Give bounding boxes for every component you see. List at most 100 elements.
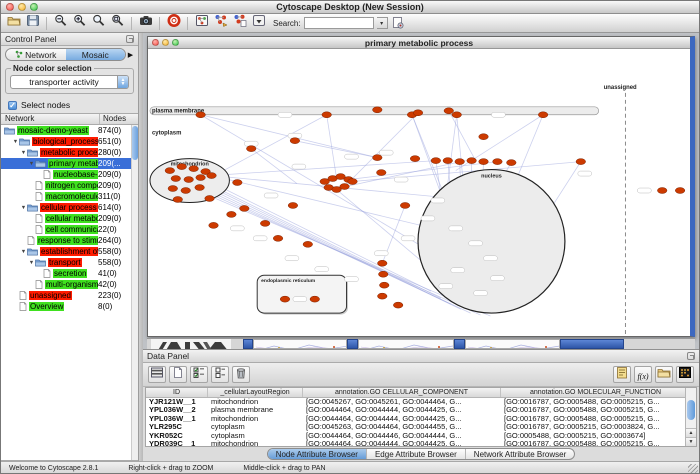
tree-row[interactable]: ▼biological_process651(0): [1, 136, 138, 147]
formula-button[interactable]: f(x): [634, 366, 652, 383]
tree-col-network[interactable]: Network: [1, 114, 100, 124]
network-window-button[interactable]: [193, 15, 210, 31]
toolbar-separator: [159, 17, 160, 30]
tab-overflow-arrow[interactable]: ▶: [126, 51, 135, 59]
tree-scrollbar[interactable]: [131, 125, 138, 460]
table-row[interactable]: YKR052Ccytoplasm[GO:0044464, GO:0044446,…: [146, 432, 685, 440]
formula-icon: f(x): [637, 366, 648, 384]
zoom-fit-button[interactable]: [109, 15, 126, 31]
tree-row[interactable]: ▼primary metabo209(...: [1, 158, 138, 169]
tree-row[interactable]: secretion41(0): [1, 268, 138, 279]
import-attributes-button[interactable]: [655, 366, 673, 383]
tree-row[interactable]: ▼metabolic process280(0): [1, 147, 138, 158]
tree-row[interactable]: mosaic-demo-yeast874(0): [1, 125, 138, 136]
zoom-selected-button[interactable]: [90, 15, 107, 31]
background-network-thumbnail[interactable]: [253, 339, 347, 349]
tree-row[interactable]: nucleobase-209(0): [1, 169, 138, 180]
table-cell: [GO:0016787, GO:0005488, GO:0005215, G..…: [501, 415, 691, 423]
panel-arrow-button[interactable]: [250, 15, 267, 31]
table-column-header[interactable]: annotation.GO CELLULAR_COMPONENT: [303, 388, 501, 397]
snapshot-camera-icon: [139, 14, 153, 32]
save-session-button[interactable]: [24, 15, 41, 31]
background-network-thumbnail[interactable]: [358, 339, 454, 349]
search-dropdown-button[interactable]: ▾: [377, 17, 388, 29]
table-column-header[interactable]: ID: [146, 388, 208, 397]
tree-row[interactable]: multi-organism pro42(0): [1, 279, 138, 290]
background-window-content[interactable]: [151, 339, 231, 349]
scroll-up-icon[interactable]: ▲: [686, 428, 696, 437]
vizmapper-nodes-button[interactable]: [212, 15, 229, 31]
table-column-header[interactable]: _cellularLayoutRegion: [208, 388, 303, 397]
open-session-button[interactable]: [5, 15, 22, 31]
tab-edge-attribute-browser[interactable]: Edge Attribute Browser: [367, 449, 466, 459]
table-scrollbar[interactable]: ▲ ▼: [685, 388, 696, 446]
zoom-window-button[interactable]: [30, 3, 38, 11]
table-row[interactable]: YPL036W__2plasma membrane[GO:0044464, GO…: [146, 406, 685, 414]
tree-scrollbar-thumb[interactable]: [132, 126, 138, 160]
table-row[interactable]: YLR295Ccytoplasm[GO:0045263, GO:0044464,…: [146, 423, 685, 431]
network-canvas[interactable]: plasma membranecytoplasmmitochondrionnuc…: [148, 49, 690, 336]
tree-row[interactable]: ▼cellular process614(0): [1, 202, 138, 213]
disclosure-triangle-icon[interactable]: ▼: [28, 161, 35, 167]
tree-row[interactable]: response to stimulu264(0): [1, 235, 138, 246]
grid-rows-button[interactable]: [148, 366, 166, 383]
background-window-edge[interactable]: [454, 339, 465, 349]
tree-row[interactable]: nitrogen compo209(0): [1, 180, 138, 191]
tab-node-attribute-browser[interactable]: Node Attribute Browser: [268, 449, 367, 459]
status-bar: Welcome to Cytoscape 2.8.1 Right-click +…: [1, 461, 699, 474]
tree-row[interactable]: unassigned223(0): [1, 290, 138, 301]
table-row[interactable]: YDR039C__1mitochondrion[GO:0044464, GO:0…: [146, 440, 685, 447]
unselect-attributes-button[interactable]: [211, 366, 229, 383]
scroll-down-icon[interactable]: ▼: [686, 437, 696, 446]
table-row[interactable]: YJR121W__1mitochondrion[GO:0045267, GO:0…: [146, 398, 685, 406]
tree-row[interactable]: cellular metabol209(0): [1, 213, 138, 224]
table-column-header[interactable]: annotation.GO MOLECULAR_FUNCTION: [501, 388, 691, 397]
search-input[interactable]: [304, 17, 374, 29]
document-icon: [35, 280, 43, 289]
tree-row-label: establishment of lo: [40, 247, 98, 256]
attribute-matrix-button[interactable]: [676, 366, 694, 383]
background-window-edge[interactable]: [243, 339, 253, 349]
tree-row[interactable]: macromolecule311(0): [1, 191, 138, 202]
select-nodes-checkbox[interactable]: ✓: [8, 101, 17, 110]
background-network-thumbnail[interactable]: [465, 339, 560, 349]
table-scrollbar-thumb[interactable]: [687, 400, 695, 420]
tree-row-count: 651(0): [98, 137, 131, 146]
disclosure-triangle-icon[interactable]: ▼: [20, 249, 27, 255]
background-window-edge[interactable]: [347, 339, 358, 349]
search-config-icon[interactable]: [391, 16, 405, 31]
network-desktop: primary metabolic process plasma membran…: [143, 33, 699, 349]
attribute-editor-button[interactable]: [613, 366, 631, 383]
tab-network[interactable]: Network: [6, 49, 66, 60]
tree-row[interactable]: Overview8(0): [1, 301, 138, 312]
zoom-in-button[interactable]: [71, 15, 88, 31]
minimize-button[interactable]: [18, 3, 26, 11]
disclosure-triangle-icon[interactable]: ▼: [28, 260, 35, 266]
zoom-out-button[interactable]: [52, 15, 69, 31]
snapshot-camera-button[interactable]: [137, 15, 154, 31]
tree-row[interactable]: ▼transport558(0): [1, 257, 138, 268]
desktop-strip-gray: [624, 339, 695, 349]
tree-row[interactable]: ▼establishment of lo558(0): [1, 246, 138, 257]
disclosure-triangle-icon[interactable]: ▼: [12, 139, 19, 145]
background-windows-strip[interactable]: [147, 338, 695, 349]
tree-row[interactable]: cell communicat22(0): [1, 224, 138, 235]
select-stepper-icon: ▲▼: [117, 76, 128, 88]
background-window-edge[interactable]: [560, 339, 624, 349]
disclosure-triangle-icon[interactable]: ▼: [20, 205, 27, 211]
disclosure-triangle-icon[interactable]: ▼: [20, 150, 27, 156]
resize-grip[interactable]: [688, 464, 698, 474]
table-row[interactable]: YPL036W__1mitochondrion[GO:0044464, GO:0…: [146, 415, 685, 423]
node-color-select[interactable]: transporter activity ▲▼: [10, 75, 129, 89]
float-data-panel-icon[interactable]: [687, 352, 695, 360]
select-attributes-button[interactable]: [190, 366, 208, 383]
help-lifering-button[interactable]: [165, 15, 182, 31]
delete-attribute-button[interactable]: [232, 366, 250, 383]
tab-mosaic[interactable]: Mosaic: [66, 49, 126, 60]
float-panel-icon[interactable]: [126, 35, 134, 43]
new-attribute-button[interactable]: [169, 366, 187, 383]
tree-col-nodes[interactable]: Nodes: [100, 114, 138, 124]
close-button[interactable]: [6, 3, 14, 11]
filter-nodes-button[interactable]: [231, 15, 248, 31]
tab-network-attribute-browser[interactable]: Network Attribute Browser: [466, 449, 574, 459]
